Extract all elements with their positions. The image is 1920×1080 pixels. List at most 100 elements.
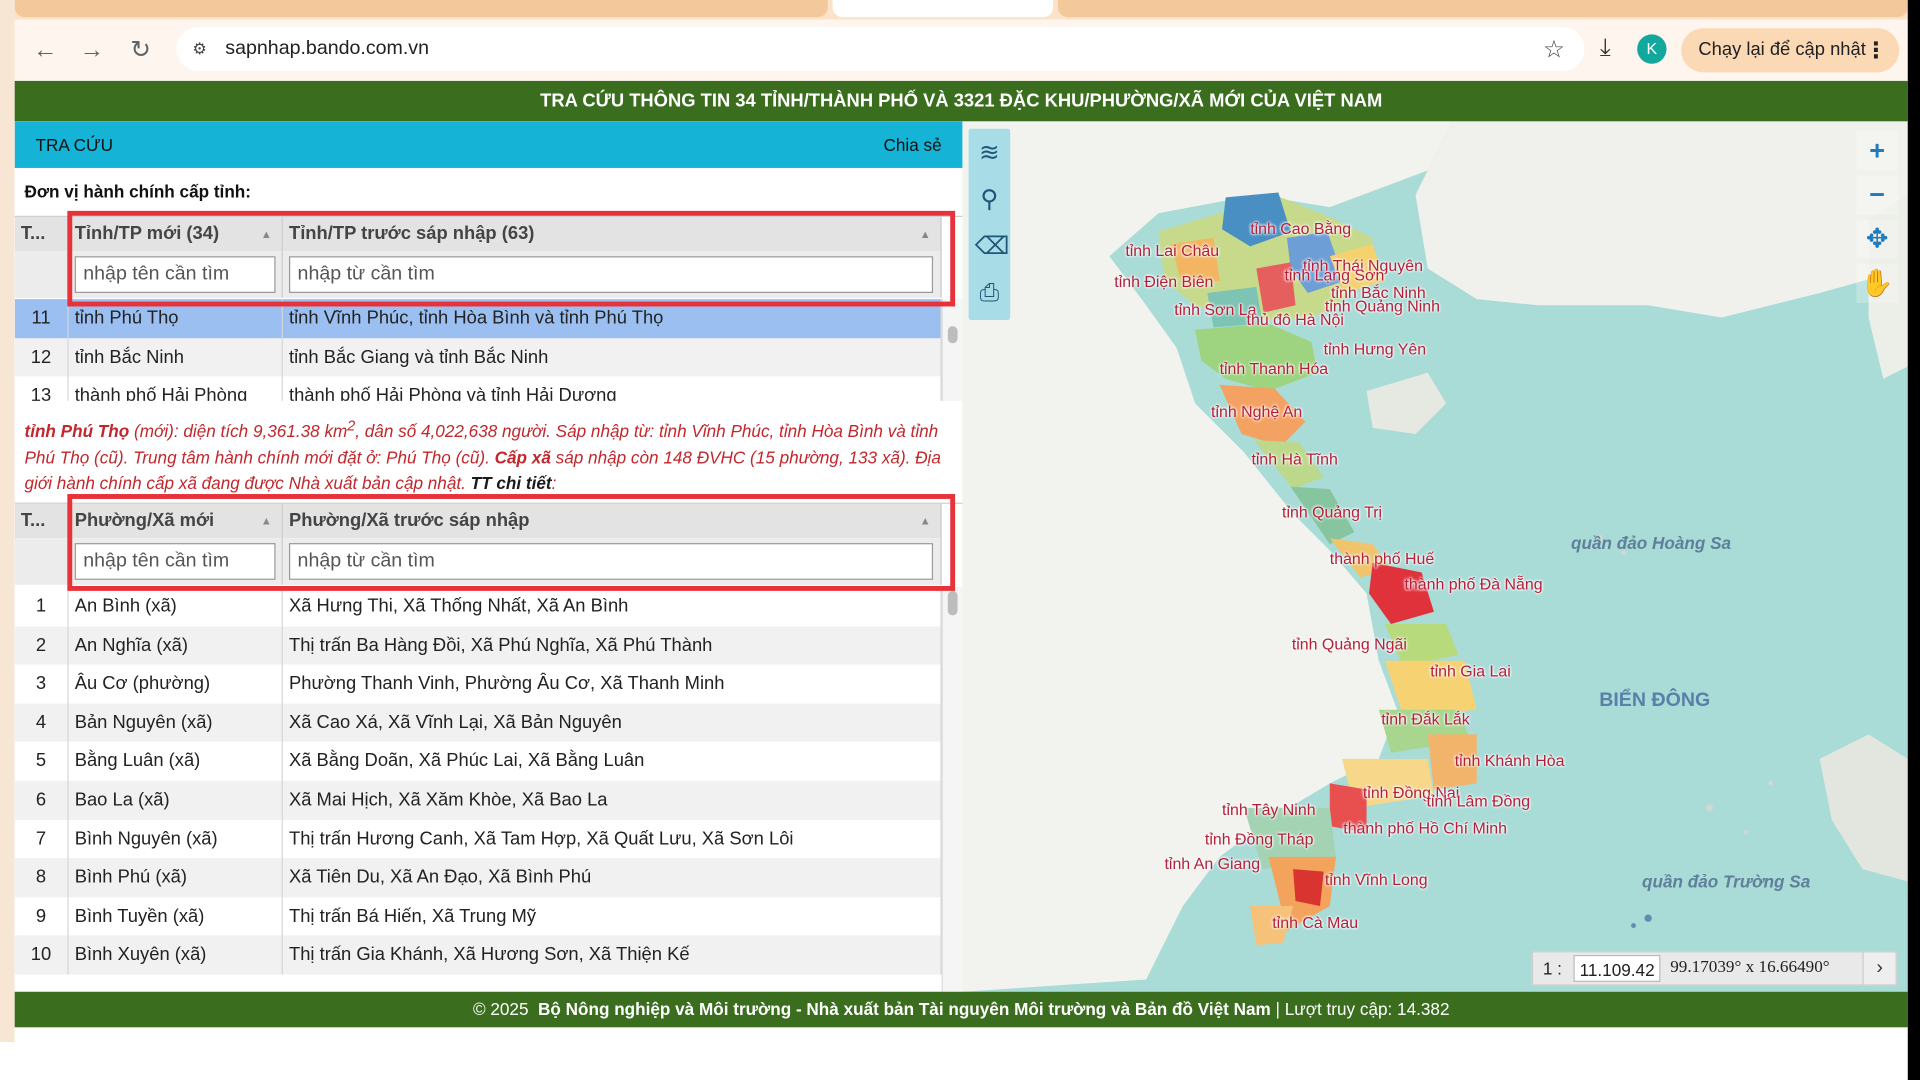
map-province-label[interactable]: tỉnh Sơn La (1174, 300, 1256, 318)
table-row[interactable]: 4 Bản Nguyên (xã) Xã Cao Xá, Xã Vĩnh Lại, … (14, 703, 942, 743)
map-view[interactable]: tỉnh Cao Bằng tỉnh Lai Châu tỉnh Thái Nguy… (962, 121, 1908, 992)
map-province-label[interactable]: thủ đô Hà Nội (1247, 310, 1344, 328)
map-province-label[interactable]: tỉnh An Giang (1164, 854, 1260, 872)
map-province-label[interactable]: tỉnh Vĩnh Long (1325, 870, 1428, 888)
column-header-index[interactable]: T... (14, 216, 69, 252)
column-header-index[interactable]: T... (14, 503, 69, 539)
table-row[interactable]: 10 Bình Xuyên (xã) Thị trấn Gia Khánh, Xã … (14, 935, 942, 975)
table-cell: Bình Xuyên (xã) (69, 935, 283, 975)
table-cell: Phường Thanh Vinh, Phường Âu Cơ, Xã Than… (283, 664, 942, 704)
ward-scrollbar[interactable] (941, 587, 963, 992)
browser-tab[interactable] (1057, 0, 1908, 18)
table-row[interactable]: 2 An Nghĩa (xã) Thị trấn Ba Hàng Đồi, Xã P… (14, 625, 942, 665)
reload-icon[interactable]: ↻ (127, 37, 154, 64)
download-icon[interactable]: ⤓ (1591, 34, 1620, 63)
zoom-in-icon[interactable]: + (1856, 131, 1898, 171)
province-scrollbar[interactable] (941, 299, 963, 401)
scale-prefix: 1 : (1542, 958, 1562, 979)
map-toolbar: ≋ ⚲ ⌫ ⎙ (968, 128, 1011, 320)
info-province-name: tỉnh Phú Thọ (24, 421, 130, 441)
table-cell: 2 (15, 625, 69, 665)
table-cell: 1 (15, 587, 69, 626)
map-province-label[interactable]: tỉnh Hà Tĩnh (1251, 450, 1337, 468)
table-row[interactable]: 8 Bình Phú (xã) Xã Tiên Du, Xã An Đạo, Xã … (14, 858, 942, 898)
profile-avatar[interactable]: K (1637, 34, 1667, 64)
back-icon[interactable]: ← (32, 37, 59, 64)
table-cell: 6 (15, 780, 69, 820)
map-province-label[interactable]: tỉnh Đồng Tháp (1205, 830, 1314, 848)
hand-icon[interactable]: ✋ (1856, 263, 1898, 303)
table-row[interactable]: 13 thành phố Hải Phòng thành phố Hải Phòng… (15, 376, 942, 401)
highlight-box (67, 494, 956, 591)
chevron-right-icon[interactable]: › (1862, 951, 1897, 986)
map-province-label[interactable]: tỉnh Thanh Hóa (1220, 359, 1329, 377)
table-cell: Bình Phú (xã) (69, 858, 283, 898)
map-sea-label: quần đảo Hoàng Sa (1571, 533, 1732, 553)
site-settings-icon[interactable]: ⚙ (189, 38, 211, 60)
map-province-label[interactable]: tỉnh Lâm Đồng (1427, 792, 1531, 810)
map-province-label[interactable]: tỉnh Cao Bằng (1250, 219, 1351, 237)
share-link[interactable]: Chia sẻ (884, 121, 942, 168)
printer-icon[interactable]: ⎙ (975, 278, 1004, 307)
map-province-label[interactable]: tỉnh Cà Mau (1272, 913, 1358, 931)
table-row[interactable]: 3 Âu Cơ (phường) Phường Thanh Vinh, Phường… (15, 664, 942, 704)
info-text: : (551, 472, 557, 493)
table-cell: 11 (15, 299, 69, 338)
table-row[interactable]: 5 Bằng Luân (xã) Xã Bằng Doãn, Xã Phúc Lai… (15, 742, 942, 781)
layers-icon[interactable]: ≋ (975, 139, 1004, 168)
province-info-text: tỉnh Phú Thọ (mới): diện tích 9,361.38 k… (24, 413, 942, 496)
map-province-label[interactable]: tỉnh Quảng Ngãi (1292, 635, 1407, 653)
browser-tab-active[interactable] (832, 0, 1054, 18)
table-cell: Bản Nguyên (xã) (69, 703, 283, 743)
highlight-box (67, 210, 956, 307)
table-row[interactable]: 6 Bao La (xã) Xã Mai Hịch, Xã Xăm Khòe, Xã… (14, 780, 942, 820)
map-province-label[interactable]: thành phố Hồ Chí Minh (1343, 819, 1507, 837)
page-title: TRA CỨU THÔNG TIN 34 TỈNH/THÀNH PHỐ VÀ 3… (14, 80, 1908, 122)
map-province-label[interactable]: tỉnh Khánh Hòa (1455, 751, 1565, 769)
map-province-label[interactable]: tỉnh Điện Biên (1114, 272, 1213, 290)
map-province-label[interactable]: tỉnh Lạng Sơn (1285, 266, 1385, 284)
table-row[interactable]: 1 An Bình (xã) Xã Hưng Thi, Xã Thống Nhất,… (15, 587, 942, 626)
table-cell: Bình Nguyên (xã) (69, 819, 283, 859)
update-button-label: Chạy lại để cập nhật (1698, 39, 1866, 61)
bookmark-star-icon[interactable]: ☆ (1543, 34, 1565, 65)
table-cell: Bao La (xã) (69, 780, 283, 820)
map-province-label[interactable]: thành phố Huế (1330, 549, 1434, 567)
table-row[interactable]: 12 tỉnh Bắc Ninh tỉnh Bắc Giang và tỉnh Bắ… (14, 337, 942, 377)
scrollbar-thumb[interactable] (947, 590, 958, 616)
map-province-label[interactable]: tỉnh Tây Ninh (1222, 801, 1316, 819)
column-header-label: T... (20, 509, 46, 531)
map-province-label[interactable]: thành phố Đà Nẵng (1405, 575, 1543, 593)
location-pin-icon[interactable]: ⚲ (975, 185, 1004, 214)
china-coast (1415, 121, 1908, 318)
scale-value[interactable]: 11.109.42 (1573, 954, 1661, 982)
table-cell: 8 (15, 858, 69, 898)
address-bar[interactable]: ⚙ sapnhap.bando.com.vn ☆ (176, 26, 1585, 72)
map-province-label[interactable]: tỉnh Quảng Trị (1282, 503, 1382, 521)
map-province-label[interactable]: tỉnh Đắk Lắk (1381, 710, 1469, 728)
forward-icon[interactable]: → (78, 37, 105, 64)
map-province-label[interactable]: tỉnh Nghệ An (1211, 402, 1302, 420)
update-browser-button[interactable]: Chạy lại để cập nhật ⋮ (1681, 28, 1900, 73)
table-cell: tỉnh Bắc Ninh (69, 337, 283, 377)
table-row[interactable]: 9 Bình Tuyền (xã) Thị trấn Bá Hiến, Xã Tru… (15, 897, 942, 936)
map-province-label[interactable]: tỉnh Lai Châu (1125, 242, 1219, 260)
map-province-label[interactable]: tỉnh Hưng Yên (1324, 340, 1426, 358)
province-section-label: Đơn vị hành chính cấp tỉnh: (24, 181, 251, 202)
table-row[interactable]: 7 Bình Nguyên (xã) Thị trấn Hương Canh, Xã… (15, 819, 942, 859)
table-cell: 9 (15, 897, 69, 936)
detail-link[interactable]: TT chi tiết (471, 473, 552, 493)
zoom-out-icon[interactable]: − (1856, 175, 1898, 215)
table-cell: 12 (15, 337, 69, 377)
map-province-label[interactable]: tỉnh Gia Lai (1430, 662, 1511, 680)
column-header-label: T... (20, 223, 46, 244)
eraser-icon[interactable]: ⌫ (975, 232, 1010, 261)
tab-strip (0, 0, 1920, 20)
pan-move-icon[interactable]: ✥ (1856, 219, 1898, 259)
info-sup: 2 (347, 418, 356, 434)
browser-tab[interactable] (14, 0, 828, 18)
kebab-menu-icon[interactable]: ⋮ (1865, 28, 1887, 72)
footer-year: © 2025 (472, 999, 529, 1019)
footer-visits: | Lượt truy cập: 14.382 (1270, 999, 1450, 1019)
scrollbar-thumb[interactable] (947, 326, 958, 344)
